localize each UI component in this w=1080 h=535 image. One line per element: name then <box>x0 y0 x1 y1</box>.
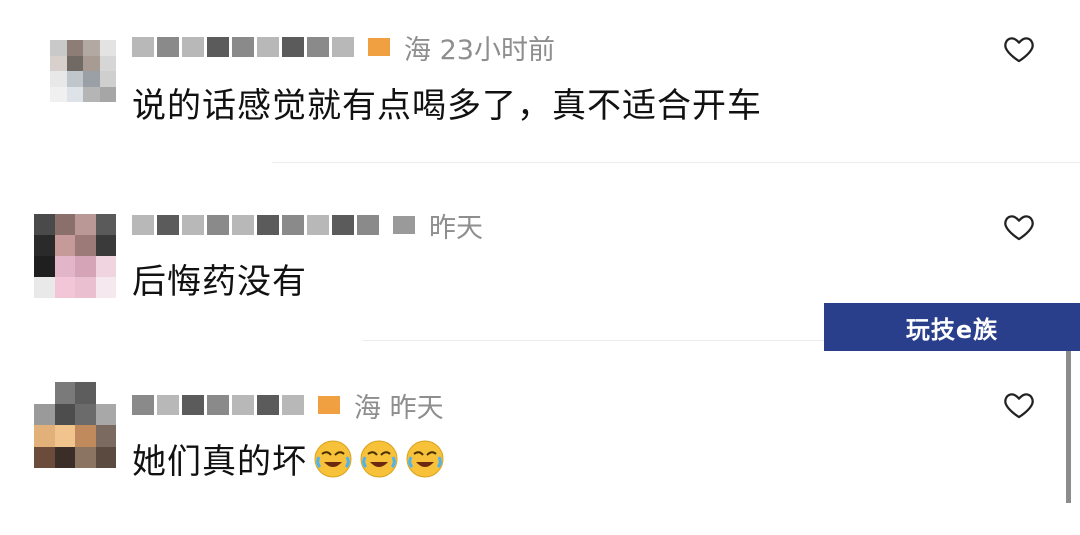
comment-text: 她们真的坏 <box>132 434 445 483</box>
heart-outline-icon[interactable] <box>1002 32 1036 66</box>
comment-item: 海 昨天 她们真的坏 <box>0 360 1080 535</box>
username-blurred[interactable] <box>132 37 354 57</box>
divider <box>272 162 1080 163</box>
location-flag-icon <box>318 396 340 414</box>
avatar[interactable] <box>50 40 116 102</box>
comment-location-time: 昨天 <box>429 212 483 244</box>
avatar[interactable] <box>34 214 116 298</box>
comment-meta: 海 昨天 <box>132 388 444 424</box>
avatar[interactable] <box>34 382 116 468</box>
comment-location-time: 海 昨天 <box>354 392 444 424</box>
username-blurred[interactable] <box>132 215 379 235</box>
laughing-crying-emoji-icon <box>360 440 398 477</box>
comment-meta: 昨天 <box>132 208 483 244</box>
laughing-crying-emoji-icon <box>314 440 352 477</box>
heart-outline-icon[interactable] <box>1002 210 1036 244</box>
location-flag-icon <box>393 216 415 234</box>
comment-location-time: 海 23小时前 <box>404 34 555 66</box>
comment-text-body: 她们真的坏 <box>132 442 307 482</box>
comment-text: 后悔药没有 <box>132 262 307 302</box>
heart-outline-icon[interactable] <box>1002 388 1036 422</box>
watermark-banner: 玩技e族 <box>824 303 1080 351</box>
comment-item: 海 23小时前 说的话感觉就有点喝多了，真不适合开车 <box>0 0 1080 175</box>
comment-text: 说的话感觉就有点喝多了，真不适合开车 <box>132 86 762 126</box>
comment-meta: 海 23小时前 <box>132 30 555 66</box>
laughing-crying-emoji-icon <box>406 440 444 477</box>
username-blurred[interactable] <box>132 395 304 415</box>
location-flag-icon <box>368 38 390 56</box>
